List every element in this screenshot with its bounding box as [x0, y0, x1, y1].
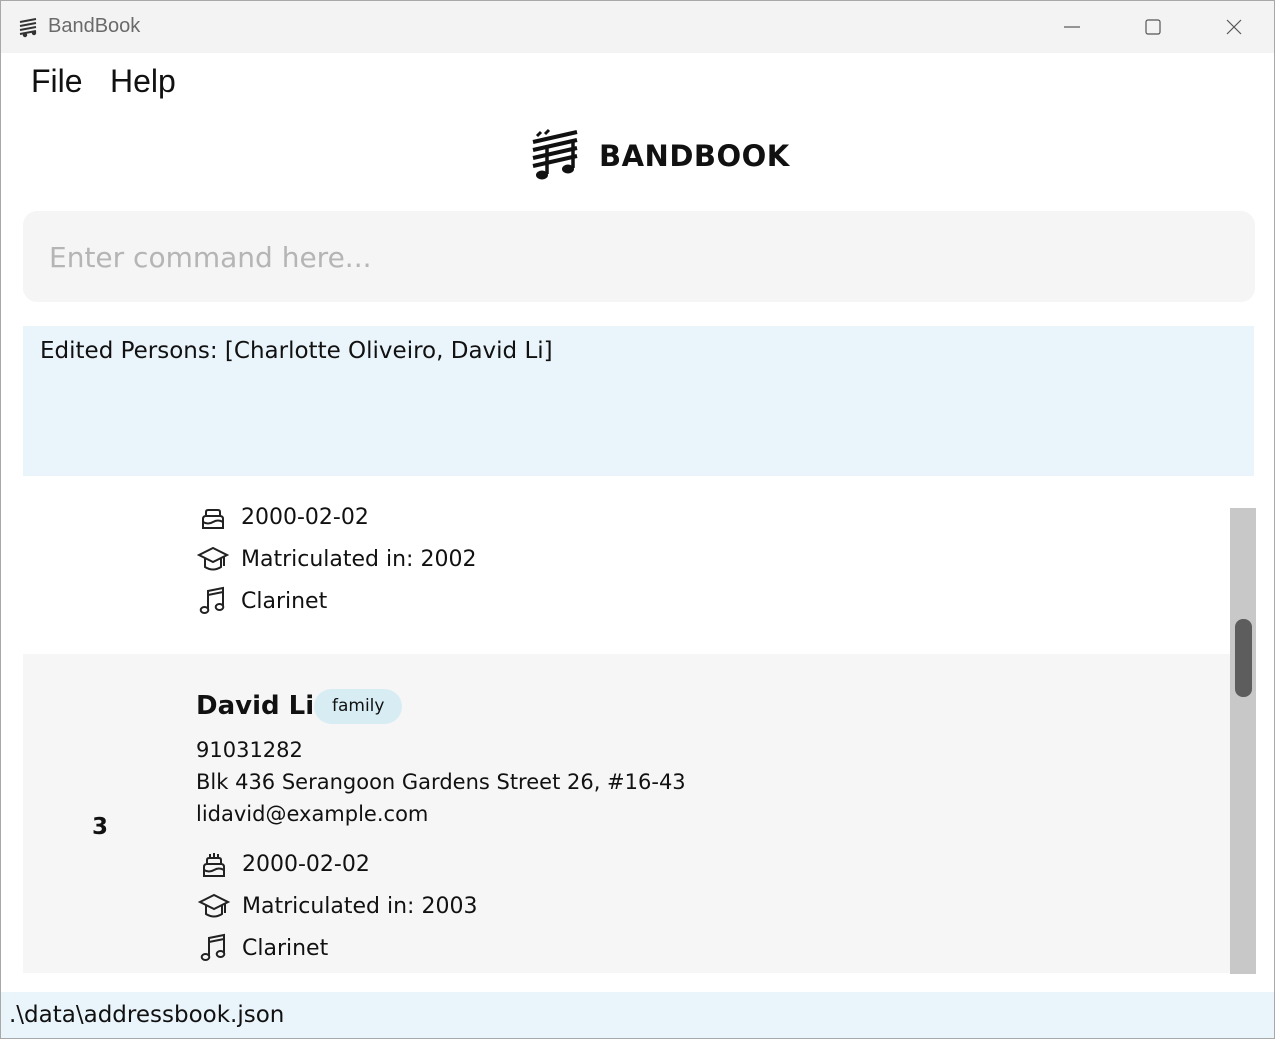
result-text: Edited Persons: [Charlotte Oliveiro, Dav…	[40, 338, 553, 364]
instrument-row: Clarinet	[196, 585, 327, 617]
window-title: BandBook	[48, 15, 141, 37]
app-window: BandBook File Help BANDBOOK Edited Perso…	[0, 0, 1275, 1039]
instrument-value: Clarinet	[242, 935, 329, 961]
birthday-cake-icon	[196, 501, 230, 533]
app-logo: BANDBOOK	[529, 127, 790, 185]
list-scrollbar[interactable]	[1230, 508, 1256, 974]
title-bar[interactable]: BandBook	[1, 1, 1274, 53]
person-tag: family	[314, 689, 403, 724]
person-address: Blk 436 Serangoon Gardens Street 26, #16…	[196, 770, 686, 794]
birthday-value: 2000-02-02	[242, 851, 370, 877]
minimize-icon	[1064, 26, 1080, 28]
birthday-row: 2000-02-02	[196, 501, 369, 533]
command-box	[23, 211, 1255, 302]
person-card[interactable]: 2000-02-02 Matriculated in: 2002 Clarine…	[23, 477, 1230, 654]
command-input[interactable]	[49, 233, 1229, 281]
bandbook-logo-icon	[19, 18, 37, 38]
scrollbar-thumb[interactable]	[1235, 619, 1252, 697]
graduation-cap-icon	[196, 543, 230, 575]
birthday-value: 2000-02-02	[241, 504, 369, 530]
close-button[interactable]	[1194, 1, 1274, 53]
logo-text: BANDBOOK	[599, 139, 790, 173]
music-note-icon	[197, 932, 231, 964]
menu-file[interactable]: File	[31, 63, 83, 100]
person-index: 3	[92, 814, 109, 840]
birthday-row: 2000-02-02	[197, 848, 370, 880]
graduation-cap-icon	[197, 890, 231, 922]
close-icon	[1226, 19, 1242, 35]
music-note-icon	[196, 585, 230, 617]
person-phone: 91031282	[196, 738, 303, 762]
person-email: lidavid@example.com	[196, 802, 429, 826]
menu-bar: File Help	[1, 53, 1274, 111]
matriculation-value: Matriculated in: 2002	[241, 546, 477, 572]
instrument-value: Clarinet	[241, 588, 328, 614]
person-name: David Li	[196, 691, 315, 721]
matriculation-row: Matriculated in: 2003	[197, 890, 477, 922]
status-file-path: .\data\addressbook.json	[9, 1002, 285, 1028]
bandbook-logo-icon	[532, 128, 578, 180]
menu-help[interactable]: Help	[110, 63, 176, 100]
minimize-button[interactable]	[1032, 1, 1112, 53]
birthday-cake-icon	[197, 848, 231, 880]
instrument-row: Clarinet	[197, 932, 328, 964]
maximize-button[interactable]	[1113, 1, 1193, 53]
matriculation-row: Matriculated in: 2002	[196, 543, 476, 575]
person-list[interactable]: 2000-02-02 Matriculated in: 2002 Clarine…	[23, 477, 1254, 973]
maximize-icon	[1145, 19, 1161, 35]
status-bar: .\data\addressbook.json	[1, 992, 1274, 1038]
matriculation-value: Matriculated in: 2003	[242, 893, 478, 919]
result-display: Edited Persons: [Charlotte Oliveiro, Dav…	[23, 326, 1254, 476]
